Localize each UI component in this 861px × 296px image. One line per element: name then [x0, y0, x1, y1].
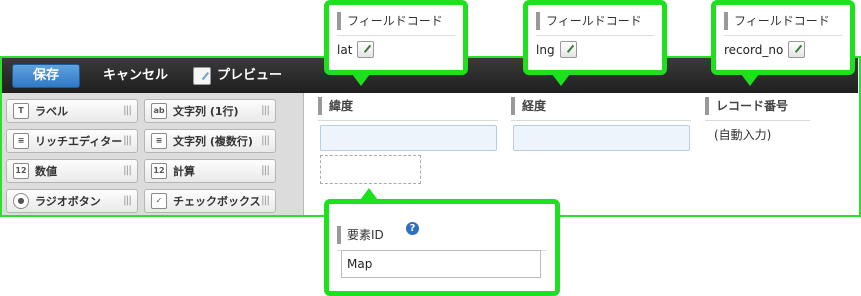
multi-line-text-icon: ≡	[151, 133, 167, 149]
longitude-field-header: 経度	[511, 97, 691, 121]
element-id-callout: 要素ID	[324, 199, 560, 296]
latitude-field-header: 緯度	[318, 97, 498, 121]
palette-item-multi-line-text[interactable]: ≡ 文字列 (複数行) |||	[144, 129, 276, 153]
palette-item-number[interactable]: 12 数値 |||	[6, 159, 138, 183]
palette-item-calc[interactable]: 12 計算 |||	[144, 159, 276, 183]
lat-field-code-callout: フィールドコード lat	[324, 0, 468, 75]
field-code-heading: フィールドコード	[337, 12, 443, 30]
longitude-input[interactable]	[513, 125, 690, 151]
preview-icon	[193, 67, 211, 85]
element-id-input[interactable]: Map	[341, 250, 541, 278]
drag-handle-icon[interactable]: |||	[261, 165, 270, 176]
preview-button[interactable]: プレビュー	[193, 64, 282, 88]
palette-item-text: 計算	[173, 165, 195, 178]
palette-item-checkbox[interactable]: ✓ チェックボックス |||	[144, 189, 276, 213]
auto-input-text: (自動入力)	[714, 128, 772, 142]
lng-code: lng	[536, 42, 555, 57]
edit-icon[interactable]	[357, 41, 375, 58]
number-icon: 12	[13, 163, 29, 179]
field-code-heading: フィールドコード	[724, 12, 830, 30]
edit-icon[interactable]	[559, 41, 577, 58]
help-icon[interactable]: ?	[406, 222, 419, 235]
field-label: レコード番号	[705, 97, 810, 115]
palette-item-text: ラベル	[35, 105, 68, 118]
latitude-input[interactable]	[320, 125, 497, 151]
field-code-value: lat	[337, 41, 375, 58]
checkbox-icon: ✓	[151, 193, 167, 209]
divider	[536, 35, 654, 36]
callout-pointer-icon	[741, 74, 759, 86]
calc-icon: 12	[151, 163, 167, 179]
cancel-button[interactable]: キャンセル	[103, 64, 168, 88]
drag-handle-icon[interactable]: |||	[123, 165, 132, 176]
drag-handle-icon[interactable]: |||	[261, 135, 270, 146]
palette-item-text: リッチエディター	[35, 135, 123, 148]
record-number-field-header: レコード番号	[705, 97, 810, 121]
drag-handle-icon[interactable]: |||	[123, 105, 132, 116]
blank-space-element[interactable]	[320, 155, 421, 184]
lat-code: lat	[337, 42, 353, 57]
field-label: 経度	[511, 97, 691, 115]
save-button[interactable]: 保存	[12, 64, 80, 88]
callout-pointer-icon	[552, 74, 570, 86]
palette-item-rich-editor[interactable]: ≡ リッチエディター |||	[6, 129, 138, 153]
drag-handle-icon[interactable]: |||	[261, 105, 270, 116]
field-code-heading: フィールドコード	[536, 12, 642, 30]
record-no-field-code-callout: フィールドコード record_no	[711, 0, 855, 75]
palette-item-radio[interactable]: ● ラジオボタン |||	[6, 189, 138, 213]
palette-item-text: 数値	[35, 165, 57, 178]
label-icon: T	[13, 103, 29, 119]
field-code-value: lng	[536, 41, 577, 58]
field-label: 緯度	[318, 97, 498, 115]
drag-handle-icon[interactable]: |||	[123, 195, 132, 206]
edit-icon[interactable]	[788, 41, 806, 58]
radio-icon: ●	[13, 193, 29, 209]
lng-field-code-callout: フィールドコード lng	[523, 0, 667, 75]
palette-item-single-line-text[interactable]: ab 文字列 (1行) |||	[144, 99, 276, 123]
callout-pointer-icon	[352, 74, 370, 86]
single-line-text-icon: ab	[151, 103, 167, 119]
palette-item-text: ラジオボタン	[35, 195, 101, 208]
divider	[724, 35, 842, 36]
drag-handle-icon[interactable]: |||	[123, 135, 132, 146]
palette-item-text: チェックボックス	[173, 195, 261, 208]
palette-item-text: 文字列 (複数行)	[173, 135, 253, 148]
field-code-value: record_no	[724, 41, 806, 58]
rich-editor-icon: ≡	[13, 133, 29, 149]
record-no-code: record_no	[724, 42, 784, 57]
palette-item-text: 文字列 (1行)	[173, 105, 239, 118]
palette-item-label[interactable]: T ラベル |||	[6, 99, 138, 123]
field-palette: T ラベル ||| ab 文字列 (1行) ||| ≡ リッチエディター |||…	[2, 93, 304, 215]
preview-label: プレビュー	[217, 68, 283, 83]
drag-handle-icon[interactable]: |||	[261, 195, 270, 206]
element-id-heading: 要素ID	[337, 226, 384, 244]
divider	[337, 35, 455, 36]
